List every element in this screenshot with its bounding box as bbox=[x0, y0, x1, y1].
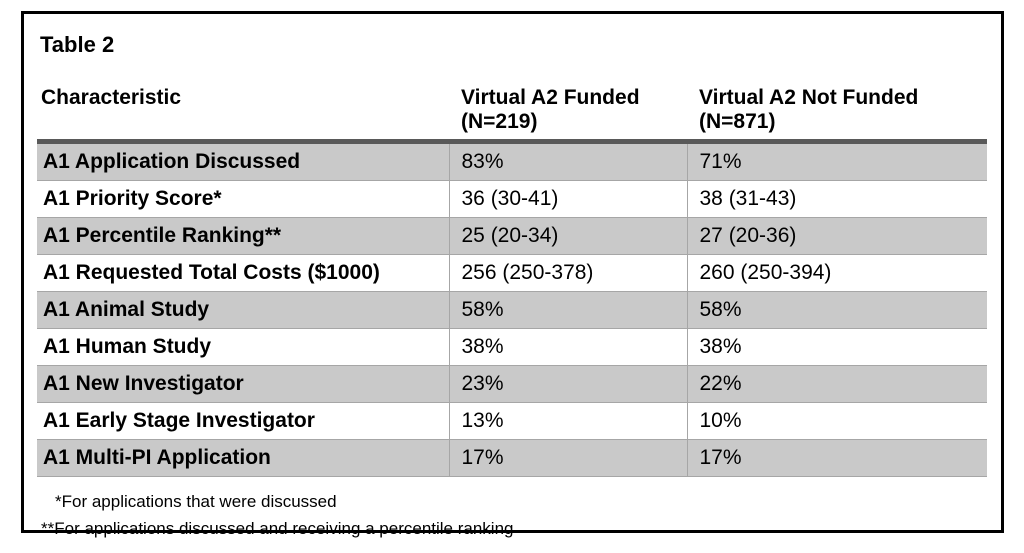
cell-not-funded: 38 (31-43) bbox=[686, 180, 987, 219]
column-header-not-funded-label: Virtual A2 Not Funded bbox=[699, 86, 919, 109]
column-header-funded-label: Virtual A2 Funded bbox=[461, 86, 640, 109]
cell-characteristic: A1 Percentile Ranking** bbox=[37, 217, 449, 256]
column-header-characteristic-label: Characteristic bbox=[41, 86, 182, 109]
cell-not-funded: 22% bbox=[686, 365, 987, 404]
cell-funded: 36 (30-41) bbox=[448, 180, 687, 219]
cell-not-funded: 71% bbox=[686, 141, 987, 182]
cell-funded: 58% bbox=[448, 291, 687, 330]
cell-characteristic: A1 Early Stage Investigator bbox=[37, 402, 449, 441]
table-header: Characteristic Virtual A2 Funded (N=219)… bbox=[37, 86, 987, 145]
table-row: A1 Requested Total Costs ($1000) 256 (250… bbox=[37, 254, 987, 293]
column-header-not-funded-sublabel: (N=871) bbox=[699, 109, 776, 133]
cell-not-funded: 260 (250-394) bbox=[686, 254, 987, 293]
footnote: **For applications discussed and receivi… bbox=[41, 518, 514, 538]
table-row: A1 New Investigator 23% 22% bbox=[37, 365, 987, 404]
cell-not-funded: 10% bbox=[686, 402, 987, 441]
cell-characteristic: A1 Human Study bbox=[37, 328, 449, 367]
column-header-funded: Virtual A2 Funded (N=219) bbox=[449, 86, 687, 145]
column-header-characteristic: Characteristic bbox=[37, 86, 449, 145]
footnote: *For applications that were discussed bbox=[55, 492, 337, 511]
table-row: A1 Human Study 38% 38% bbox=[37, 328, 987, 367]
cell-characteristic: A1 New Investigator bbox=[37, 365, 449, 404]
cell-funded: 17% bbox=[448, 439, 687, 478]
cell-not-funded: 38% bbox=[686, 328, 987, 367]
cell-characteristic: A1 Priority Score* bbox=[37, 180, 449, 219]
cell-not-funded: 58% bbox=[686, 291, 987, 330]
table-caption: Table 2 bbox=[40, 32, 115, 57]
table-row: A1 Animal Study 58% 58% bbox=[37, 291, 987, 330]
cell-funded: 25 (20-34) bbox=[448, 217, 687, 256]
table-body: A1 Application Discussed 83% 71% A1 Priorit… bbox=[37, 141, 987, 478]
cell-funded: 256 (250-378) bbox=[448, 254, 687, 293]
cell-funded: 23% bbox=[448, 365, 687, 404]
column-header-not-funded: Virtual A2 Not Funded (N=871) bbox=[687, 86, 987, 145]
table-row: A1 Percentile Ranking** 25 (20-34) 27 (20-… bbox=[37, 217, 987, 256]
cell-characteristic: A1 Animal Study bbox=[37, 291, 449, 330]
table-row: A1 Priority Score* 36 (30-41) 38 (31-43) bbox=[37, 180, 987, 219]
cell-funded: 13% bbox=[448, 402, 687, 441]
table-row: A1 Multi-PI Application 17% 17% bbox=[37, 439, 987, 478]
table-row: A1 Application Discussed 83% 71% bbox=[37, 141, 987, 182]
cell-funded: 38% bbox=[448, 328, 687, 367]
cell-funded: 83% bbox=[448, 141, 687, 182]
column-header-funded-sublabel: (N=219) bbox=[461, 109, 538, 133]
cell-characteristic: A1 Requested Total Costs ($1000) bbox=[37, 254, 449, 293]
cell-not-funded: 17% bbox=[686, 439, 987, 478]
statistics-table: Characteristic Virtual A2 Funded (N=219)… bbox=[37, 86, 987, 478]
table-header-row: Characteristic Virtual A2 Funded (N=219)… bbox=[37, 86, 987, 145]
cell-characteristic: A1 Multi-PI Application bbox=[37, 439, 449, 478]
table-figure-frame: Table 2 Characteristic Virtual A2 Funded… bbox=[21, 11, 1004, 538]
table-row: A1 Early Stage Investigator 13% 10% bbox=[37, 402, 987, 441]
cell-characteristic: A1 Application Discussed bbox=[37, 141, 449, 182]
table-footnotes: *For applications that were discussed **F… bbox=[41, 489, 961, 543]
cell-not-funded: 27 (20-36) bbox=[686, 217, 987, 256]
